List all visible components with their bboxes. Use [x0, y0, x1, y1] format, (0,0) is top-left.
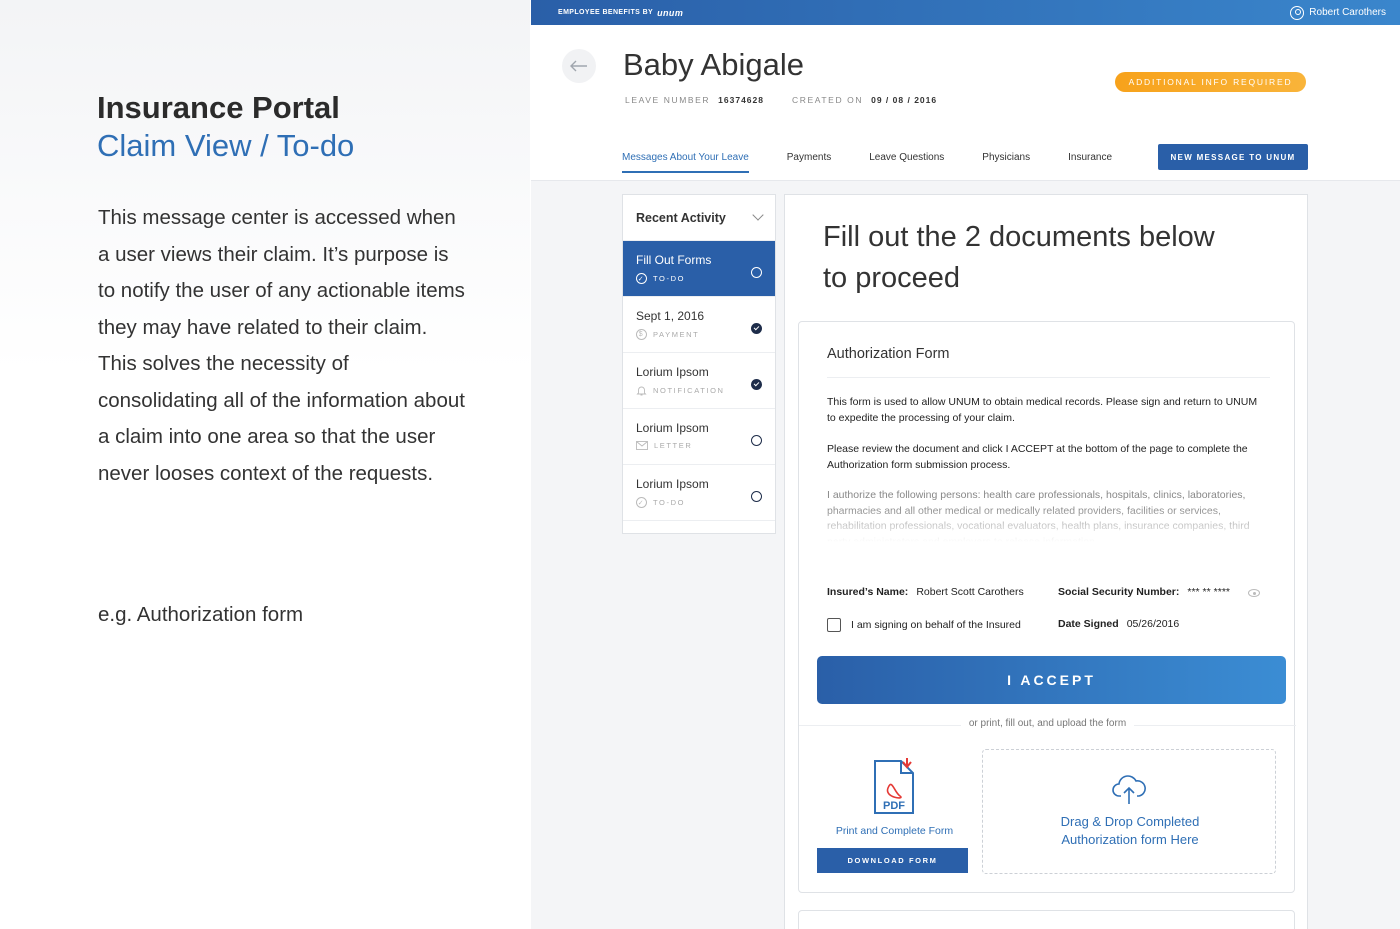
bell-icon: [636, 386, 647, 396]
authorization-form-card: Authorization Form This form is used to …: [798, 321, 1296, 893]
cloud-upload-icon: [1112, 775, 1146, 804]
app-window: EMPLOYEE BENEFITS BY unum Robert Carothe…: [531, 0, 1400, 929]
chevron-down-icon: [752, 209, 764, 221]
form-instructions: Please review the document and click I A…: [827, 443, 1248, 471]
claim-meta: LEAVE NUMBER 16374628 CREATED ON 09 / 08 / …: [625, 95, 965, 105]
envelope-icon: [636, 441, 648, 450]
recent-activity-label: Recent Activity: [636, 210, 726, 225]
ssn-field: Social Security Number: *** ** ****: [1058, 586, 1230, 598]
eye-icon[interactable]: [1248, 589, 1260, 597]
date-signed-value: 05/26/2016: [1126, 618, 1180, 630]
check-circle-icon: ✓: [636, 273, 647, 284]
behalf-label: I am signing on behalf of the Insured: [851, 619, 1021, 631]
created-label: CREATED ON: [792, 95, 864, 105]
insured-name-field: Insured’s Name: Robert Scott Carothers: [827, 586, 1024, 598]
ssn-label: Social Security Number:: [1058, 586, 1180, 598]
user-menu[interactable]: Robert Carothers: [1290, 5, 1386, 20]
form-description: This form is used to allow UNUM to obtai…: [827, 396, 1258, 424]
or-print-label: or print, fill out, and upload the form: [960, 718, 1135, 729]
or-print-text: or print, fill out, and upload the form: [799, 718, 1296, 729]
tab-bar: Messages About Your Leave Payments Leave…: [622, 152, 1150, 173]
page-title: Baby Abigale: [623, 47, 804, 82]
top-bar: EMPLOYEE BENEFITS BY unum Robert Carothe…: [531, 0, 1400, 25]
tab-physicians[interactable]: Physicians: [982, 152, 1030, 173]
dropzone-line-2: Authorization form Here: [1061, 832, 1199, 847]
activity-type: PAYMENT: [653, 330, 700, 339]
intro-title: Insurance Portal: [97, 90, 340, 125]
user-icon: [1290, 5, 1305, 20]
documents-heading: Fill out the 2 documents below to procee…: [823, 221, 1215, 294]
leave-number-value: 16374628: [718, 95, 764, 105]
status-done-icon: [751, 379, 762, 390]
activity-item[interactable]: Sept 1, 2016 $ PAYMENT: [623, 297, 775, 353]
new-message-button[interactable]: NEW MESSAGE TO UNUM: [1158, 144, 1308, 170]
form-title: Authorization Form: [827, 346, 950, 362]
user-name: Robert Carothers: [1309, 7, 1386, 18]
intro-example: e.g. Authorization form: [98, 603, 304, 626]
insured-name-label: Insured’s Name:: [827, 586, 909, 598]
date-signed-field: Date Signed 05/26/2016: [1058, 618, 1179, 630]
unum-logo: unum: [657, 7, 684, 18]
status-open-icon: [751, 435, 762, 446]
activity-type: NOTIFICATION: [653, 386, 725, 395]
activity-type: LETTER: [654, 441, 693, 450]
ssn-value: *** ** ****: [1187, 586, 1230, 598]
activity-item[interactable]: Fill Out Forms ✓ TO-DO: [623, 241, 775, 297]
behalf-checkbox[interactable]: [827, 618, 841, 632]
pdf-icon[interactable]: PDF: [872, 758, 918, 816]
claim-header: Baby Abigale LEAVE NUMBER 16374628 CREATED…: [531, 25, 1400, 181]
upload-dropzone[interactable]: Drag & Drop Completed Authorization form…: [982, 749, 1276, 874]
leave-number-label: LEAVE NUMBER: [625, 95, 711, 105]
pdf-label: PDF: [883, 800, 905, 812]
print-form-link[interactable]: Print and Complete Form: [832, 825, 957, 837]
form-legal-text[interactable]: I authorize the following persons: healt…: [827, 488, 1272, 542]
tab-leave-questions[interactable]: Leave Questions: [869, 152, 944, 173]
status-badge: ADDITIONAL INFO REQUIRED: [1115, 72, 1306, 92]
tab-messages[interactable]: Messages About Your Leave: [622, 152, 749, 173]
date-signed-label: Date Signed: [1058, 618, 1119, 630]
status-done-icon: [751, 323, 762, 334]
activity-item[interactable]: Lorium Ipsom LETTER: [623, 409, 775, 465]
description-panel: Insurance Portal Claim View / To-do This…: [0, 0, 530, 929]
recent-activity-panel: Recent Activity Fill Out Forms ✓ TO-DO S…: [622, 194, 776, 534]
documents-panel: Fill out the 2 documents below to procee…: [784, 194, 1308, 929]
accept-button[interactable]: I ACCEPT: [817, 656, 1286, 704]
dropzone-line-1: Drag & Drop Completed: [1060, 814, 1200, 829]
created-value: 09 / 08 / 2016: [871, 95, 938, 105]
next-form-card: [798, 910, 1295, 929]
activity-item[interactable]: Lorium Ipsom ✓ TO-DO: [623, 465, 775, 521]
status-open-icon: [751, 267, 762, 278]
brand[interactable]: EMPLOYEE BENEFITS BY unum: [558, 8, 683, 18]
recent-activity-dropdown[interactable]: Recent Activity: [623, 195, 775, 241]
intro-subtitle: Claim View / To-do: [97, 128, 355, 163]
activity-title: Lorium Ipsom: [636, 365, 709, 379]
activity-type: TO-DO: [653, 498, 686, 507]
insured-name-value: Robert Scott Carothers: [916, 586, 1024, 598]
activity-title: Fill Out Forms: [636, 253, 712, 267]
dollar-icon: $: [636, 329, 647, 340]
check-circle-icon: ✓: [636, 497, 647, 508]
tab-insurance[interactable]: Insurance: [1068, 152, 1112, 173]
tab-payments[interactable]: Payments: [787, 152, 831, 173]
activity-type: TO-DO: [653, 274, 686, 283]
brand-prefix: EMPLOYEE BENEFITS BY: [558, 9, 654, 16]
activity-title: Lorium Ipsom: [636, 477, 709, 491]
status-open-icon: [751, 491, 762, 502]
activity-title: Sept 1, 2016: [636, 309, 705, 323]
activity-item[interactable]: Lorium Ipsom NOTIFICATION: [623, 353, 775, 409]
intro-body: This message center is accessed when a u…: [98, 206, 465, 485]
back-button[interactable]: [562, 49, 596, 83]
arrow-left-icon: [570, 60, 587, 72]
download-form-button[interactable]: DOWNLOAD FORM: [817, 848, 968, 873]
activity-title: Lorium Ipsom: [636, 421, 709, 435]
divider: [827, 377, 1270, 378]
dropzone-text: Drag & Drop Completed Authorization form…: [983, 813, 1277, 849]
